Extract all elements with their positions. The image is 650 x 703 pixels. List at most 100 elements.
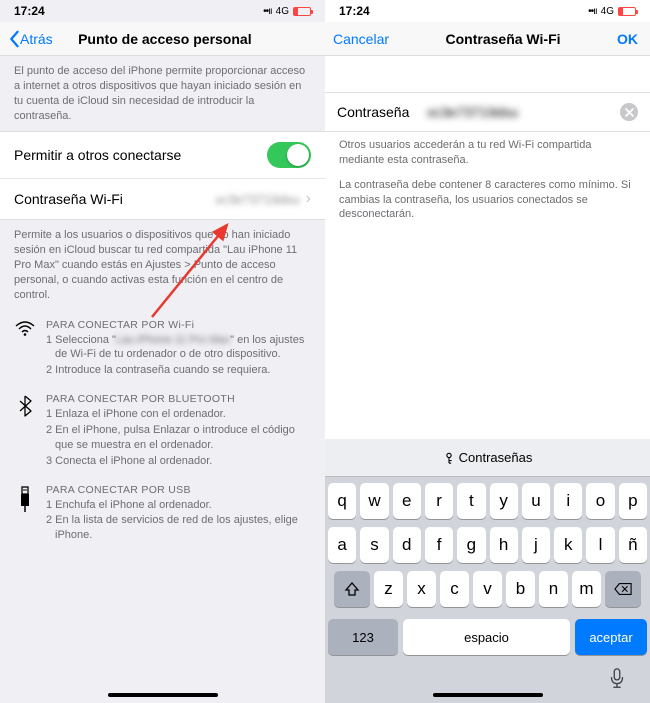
key-f[interactable]: f — [425, 527, 453, 563]
wifi-step: 2 Introduce la contraseña cuando se requ… — [46, 363, 311, 378]
status-right: ••ıı 4G — [588, 6, 636, 17]
key-y[interactable]: y — [490, 483, 518, 519]
key-j[interactable]: j — [522, 527, 550, 563]
key-p[interactable]: p — [619, 483, 647, 519]
bluetooth-section: PARA CONECTAR POR BLUETOOTH 1 Enlaza el … — [0, 385, 325, 475]
key-x[interactable]: x — [407, 571, 436, 607]
ok-button[interactable]: OK — [617, 31, 642, 47]
wifi-password-value: xc3e73719dsu — [215, 192, 300, 207]
key-r[interactable]: r — [425, 483, 453, 519]
wifi-password-edit-screen: 17:24 ••ıı 4G Cancelar Contraseña Wi-Fi … — [325, 0, 650, 703]
nav-bar: Cancelar Contraseña Wi-Fi OK — [325, 22, 650, 56]
mid-description: Permite a los usuarios o dispositivos qu… — [0, 220, 325, 310]
wifi-section: PARA CONECTAR POR Wi-Fi 1 Selecciona "La… — [0, 311, 325, 386]
cancel-button[interactable]: Cancelar — [333, 31, 389, 47]
dictation-button[interactable] — [608, 668, 626, 695]
password-desc-2: La contraseña debe contener 8 caracteres… — [325, 176, 650, 231]
password-input-row[interactable]: Contraseña xc3e73719dsu — [325, 92, 650, 132]
content: El punto de acceso del iPhone permite pr… — [0, 56, 325, 703]
settings-group: Permitir a otros conectarse Contraseña W… — [0, 131, 325, 220]
key-k[interactable]: k — [554, 527, 582, 563]
allow-others-label: Permitir a otros conectarse — [14, 147, 267, 163]
key-a[interactable]: a — [328, 527, 356, 563]
key-o[interactable]: o — [586, 483, 614, 519]
status-right: ••ıı 4G — [263, 6, 311, 17]
key-n[interactable]: n — [539, 571, 568, 607]
key-h[interactable]: h — [490, 527, 518, 563]
space-key[interactable]: espacio — [403, 619, 570, 655]
numeric-key[interactable]: 123 — [328, 619, 398, 655]
key-u[interactable]: u — [522, 483, 550, 519]
wifi-step: 1 Selecciona "Lau iPhone 11 Pro Max" en … — [46, 333, 311, 363]
microphone-icon — [608, 668, 626, 690]
delete-key[interactable] — [605, 571, 641, 607]
wifi-section-title: PARA CONECTAR POR Wi-Fi — [46, 319, 311, 331]
key-s[interactable]: s — [360, 527, 388, 563]
hotspot-settings-screen: 17:24 ••ıı 4G Atrás Punto de acceso pers… — [0, 0, 325, 703]
bt-step: 3 Conecta el iPhone al ordenador. — [46, 454, 311, 469]
key-v[interactable]: v — [473, 571, 502, 607]
keyboard-row-1: q w e r t y u i o p — [328, 483, 647, 519]
allow-others-toggle[interactable] — [267, 142, 311, 168]
key-icon — [443, 452, 455, 464]
wifi-password-row[interactable]: Contraseña Wi-Fi xc3e73719dsu › — [0, 179, 325, 219]
bt-step: 1 Enlaza el iPhone con el ordenador. — [46, 407, 311, 422]
home-indicator[interactable] — [433, 693, 543, 697]
keyboard-row-3: z x c v b n m — [328, 571, 647, 607]
top-description: El punto de acceso del iPhone permite pr… — [0, 56, 325, 131]
network-label: 4G — [276, 6, 289, 17]
key-enye[interactable]: ñ — [619, 527, 647, 563]
key-z[interactable]: z — [374, 571, 403, 607]
nav-bar: Atrás Punto de acceso personal — [0, 22, 325, 56]
password-field-label: Contraseña — [337, 104, 427, 120]
wifi-password-label: Contraseña Wi-Fi — [14, 191, 215, 207]
usb-icon — [14, 484, 36, 545]
bluetooth-icon — [14, 393, 36, 469]
key-w[interactable]: w — [360, 483, 388, 519]
key-c[interactable]: c — [440, 571, 469, 607]
network-label: 4G — [601, 6, 614, 17]
battery-icon — [293, 7, 311, 16]
status-bar: 17:24 ••ıı 4G — [325, 0, 650, 22]
key-i[interactable]: i — [554, 483, 582, 519]
password-field-value[interactable]: xc3e73719dsu — [427, 104, 620, 120]
password-desc-1: Otros usuarios accederán a tu red Wi-Fi … — [325, 132, 650, 176]
keyboard-row-2: a s d f g h j k l ñ — [328, 527, 647, 563]
bt-step: 2 En el iPhone, pulsa Enlazar o introduc… — [46, 423, 311, 453]
shift-key[interactable] — [334, 571, 370, 607]
wifi-icon — [14, 319, 36, 380]
usb-section-title: PARA CONECTAR POR USB — [46, 484, 311, 496]
key-g[interactable]: g — [457, 527, 485, 563]
keyboard-suggestion-bar[interactable]: Contraseñas — [325, 439, 650, 477]
usb-step: 1 Enchufa el iPhone al ordenador. — [46, 498, 311, 513]
page-title: Contraseña Wi-Fi — [389, 31, 617, 47]
close-icon — [625, 108, 634, 117]
allow-others-row[interactable]: Permitir a otros conectarse — [0, 132, 325, 179]
key-d[interactable]: d — [393, 527, 421, 563]
key-b[interactable]: b — [506, 571, 535, 607]
page-title: Punto de acceso personal — [13, 31, 317, 47]
status-time: 17:24 — [14, 4, 45, 18]
status-bar: 17:24 ••ıı 4G — [0, 0, 325, 22]
key-t[interactable]: t — [457, 483, 485, 519]
key-l[interactable]: l — [586, 527, 614, 563]
signal-dots: ••ıı — [263, 6, 272, 17]
shift-icon — [344, 581, 360, 597]
usb-section: PARA CONECTAR POR USB 1 Enchufa el iPhon… — [0, 476, 325, 551]
signal-dots: ••ıı — [588, 6, 597, 17]
key-m[interactable]: m — [572, 571, 601, 607]
clear-button[interactable] — [620, 103, 638, 121]
chevron-right-icon: › — [306, 190, 311, 208]
key-q[interactable]: q — [328, 483, 356, 519]
usb-step: 2 En la lista de servicios de red de los… — [46, 513, 311, 543]
keyboard-bottom-row: 123 espacio aceptar — [325, 619, 650, 659]
battery-icon — [618, 7, 636, 16]
keyboard: Contraseñas q w e r t y u i o p a s — [325, 439, 650, 703]
key-e[interactable]: e — [393, 483, 421, 519]
home-indicator[interactable] — [108, 693, 218, 697]
suggestion-text: Contraseñas — [459, 450, 533, 465]
accept-key[interactable]: aceptar — [575, 619, 647, 655]
backspace-icon — [614, 582, 632, 596]
bt-section-title: PARA CONECTAR POR BLUETOOTH — [46, 393, 311, 405]
status-time: 17:24 — [339, 4, 370, 18]
